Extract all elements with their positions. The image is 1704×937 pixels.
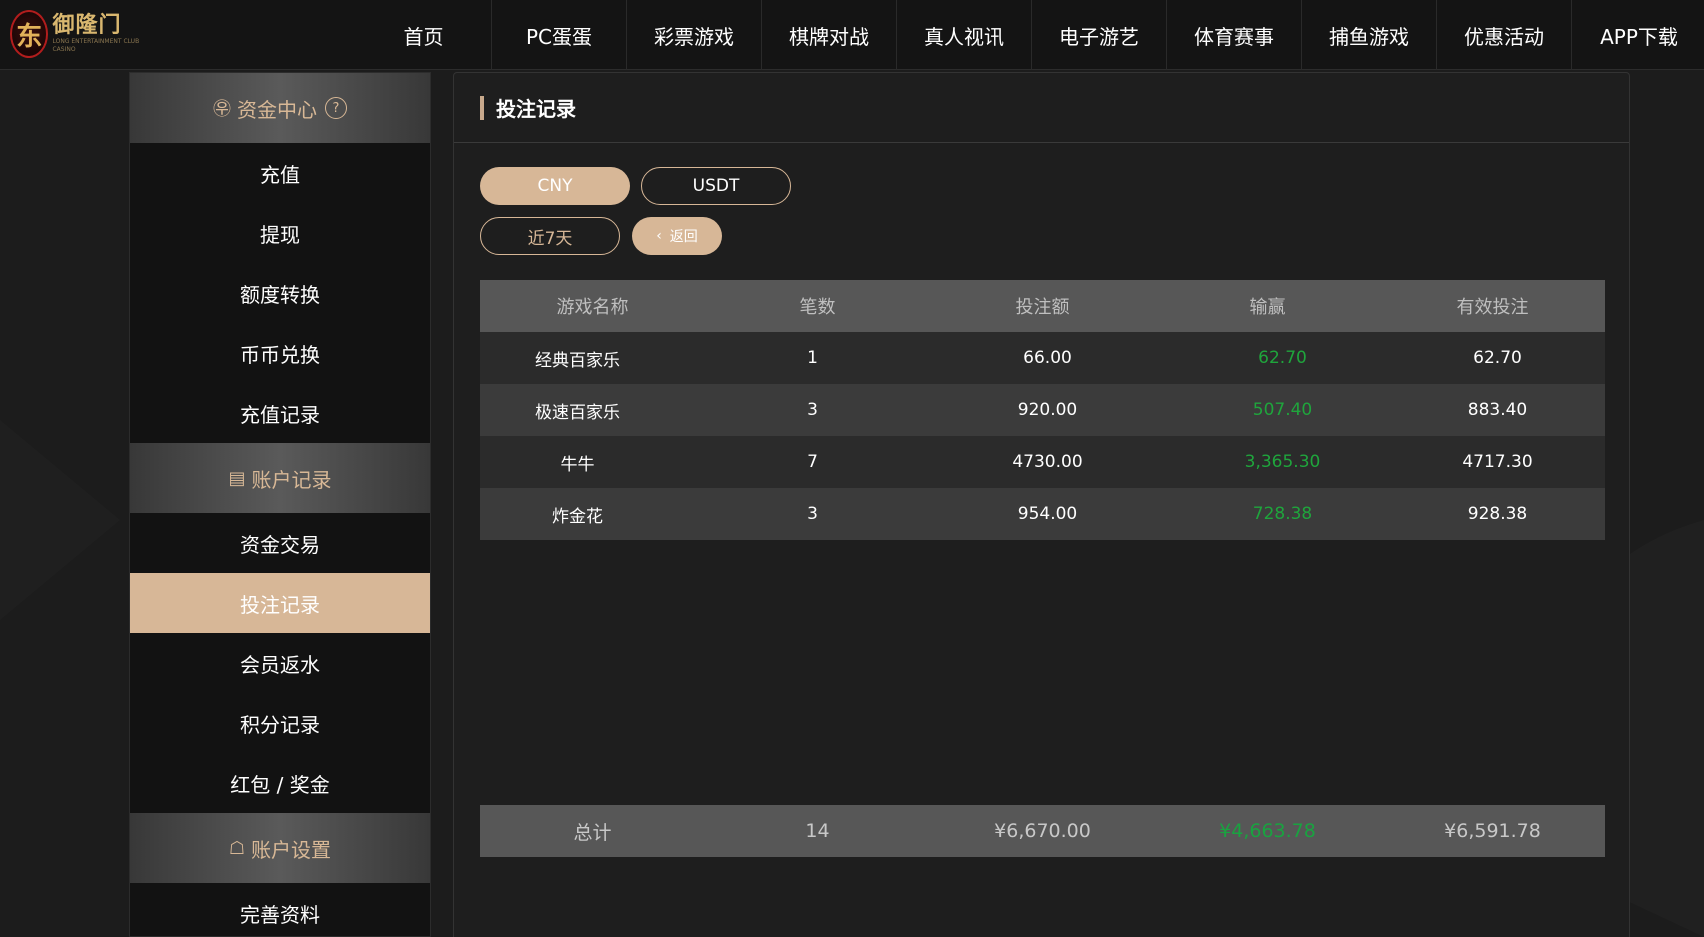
title-accent-bar bbox=[480, 95, 484, 120]
cell-game: 极速百家乐 bbox=[535, 402, 620, 423]
cell-bet-amount: 920.00 bbox=[1017, 400, 1078, 420]
sidebar-item-withdraw[interactable]: 提现 bbox=[130, 203, 430, 263]
total-count: 14 bbox=[805, 820, 830, 842]
bet-records-table: 游戏名称 笔数 投注额 输赢 有效投注 经典百家乐 1 66.00 62.70 … bbox=[480, 280, 1605, 540]
cell-win-loss: 507.40 bbox=[1252, 400, 1313, 420]
table-header: 游戏名称 笔数 投注额 输赢 有效投注 bbox=[480, 280, 1605, 332]
sidebar-item-points[interactable]: 积分记录 bbox=[130, 693, 430, 753]
logo-emblem-icon: 东 bbox=[10, 10, 49, 58]
cell-bet-amount: 954.00 bbox=[1017, 504, 1078, 524]
table-total-row: 总计 14 ¥6,670.00 ¥4,663.78 ¥6,591.78 bbox=[480, 805, 1605, 857]
sidebar-item-bonus[interactable]: 红包 / 奖金 bbox=[130, 753, 430, 813]
cell-win-loss: 3,365.30 bbox=[1244, 452, 1321, 472]
total-win-loss: ¥4,663.78 bbox=[1219, 820, 1316, 842]
brand-logo[interactable]: 东 御隆门 LONG ENTERTAINMENT CLUB CASINO bbox=[10, 6, 140, 62]
nav-fishing[interactable]: 捕鱼游戏 bbox=[1301, 0, 1436, 70]
user-card-icon: ☖ bbox=[228, 837, 246, 859]
back-button-label: 返回 bbox=[669, 229, 698, 245]
top-header: 东 御隆门 LONG ENTERTAINMENT CLUB CASINO 首页 … bbox=[0, 0, 1704, 70]
panel-header: 投注记录 bbox=[454, 73, 1629, 143]
cell-win-loss: 62.70 bbox=[1258, 348, 1307, 368]
cell-win-loss: 728.38 bbox=[1252, 504, 1313, 524]
cell-count: 3 bbox=[807, 504, 818, 524]
column-header-valid-bet[interactable]: 有效投注 bbox=[1380, 293, 1605, 319]
cell-valid-bet: 883.40 bbox=[1467, 400, 1528, 420]
cell-valid-bet: 4717.30 bbox=[1462, 452, 1533, 472]
sidebar-section-account-settings: ☖ 账户设置 bbox=[130, 813, 430, 883]
sidebar-item-deposit-records[interactable]: 充值记录 bbox=[130, 383, 430, 443]
back-button[interactable]: ‹ 返回 bbox=[632, 217, 722, 255]
table-row: 炸金花 3 954.00 728.38 928.38 bbox=[480, 488, 1605, 540]
yen-circle-icon: ㉾ bbox=[213, 99, 231, 120]
sidebar-item-transactions[interactable]: 资金交易 bbox=[130, 513, 430, 573]
date-filter-select[interactable]: 近7天 bbox=[480, 217, 620, 255]
nav-lottery[interactable]: 彩票游戏 bbox=[626, 0, 761, 70]
main-nav: 首页 PC蛋蛋 彩票游戏 棋牌对战 真人视讯 电子游艺 体育赛事 捕鱼游戏 优惠… bbox=[356, 0, 1704, 70]
cell-valid-bet: 928.38 bbox=[1467, 504, 1528, 524]
logo-text: 御隆门 LONG ENTERTAINMENT CLUB CASINO bbox=[52, 14, 140, 54]
page-title: 投注记录 bbox=[496, 97, 576, 121]
main-panel: 投注记录 CNY USDT 近7天 ‹ 返回 游戏名称 笔数 投注额 输赢 有效… bbox=[453, 72, 1630, 937]
total-bet-amount: ¥6,670.00 bbox=[994, 820, 1091, 842]
nav-chess-cards[interactable]: 棋牌对战 bbox=[761, 0, 896, 70]
help-icon[interactable]: ? bbox=[325, 97, 347, 119]
total-valid-bet: ¥6,591.78 bbox=[1444, 820, 1541, 842]
sidebar-section-title: 账户记录 bbox=[251, 467, 332, 492]
currency-tab-cny[interactable]: CNY bbox=[480, 167, 630, 205]
cell-count: 3 bbox=[807, 400, 818, 420]
column-header-bet-amount[interactable]: 投注额 bbox=[930, 293, 1155, 319]
cell-count: 1 bbox=[807, 348, 818, 368]
currency-tab-usdt[interactable]: USDT bbox=[641, 167, 791, 205]
cell-game: 经典百家乐 bbox=[535, 350, 620, 371]
cell-bet-amount: 4730.00 bbox=[1012, 452, 1083, 472]
nav-sports[interactable]: 体育赛事 bbox=[1166, 0, 1301, 70]
sidebar-item-transfer[interactable]: 额度转换 bbox=[130, 263, 430, 323]
sidebar-item-coin-exchange[interactable]: 币币兑换 bbox=[130, 323, 430, 383]
sidebar-section-title: 资金中心 bbox=[237, 97, 317, 122]
sidebar-item-profile[interactable]: 完善资料 bbox=[130, 883, 430, 936]
column-header-win-loss[interactable]: 输赢 bbox=[1155, 293, 1380, 319]
nav-promotions[interactable]: 优惠活动 bbox=[1436, 0, 1571, 70]
nav-pc-dandan[interactable]: PC蛋蛋 bbox=[491, 0, 626, 70]
sidebar: ㉾ 资金中心 ? 充值 提现 额度转换 币币兑换 充值记录 ▤ 账户记录 资金交… bbox=[129, 72, 431, 937]
table-row: 极速百家乐 3 920.00 507.40 883.40 bbox=[480, 384, 1605, 436]
chevron-left-icon: ‹ bbox=[656, 228, 662, 244]
sidebar-item-bet-records[interactable]: 投注记录 bbox=[130, 573, 430, 633]
nav-slots[interactable]: 电子游艺 bbox=[1031, 0, 1166, 70]
cell-count: 7 bbox=[807, 452, 818, 472]
table-row: 牛牛 7 4730.00 3,365.30 4717.30 bbox=[480, 436, 1605, 488]
nav-live-casino[interactable]: 真人视讯 bbox=[896, 0, 1031, 70]
table-row: 经典百家乐 1 66.00 62.70 62.70 bbox=[480, 332, 1605, 384]
cell-valid-bet: 62.70 bbox=[1473, 348, 1522, 368]
nav-home[interactable]: 首页 bbox=[356, 0, 491, 70]
sidebar-item-rebate[interactable]: 会员返水 bbox=[130, 633, 430, 693]
cell-game: 牛牛 bbox=[560, 454, 595, 475]
brand-name: 御隆门 bbox=[52, 13, 122, 38]
column-header-count[interactable]: 笔数 bbox=[705, 293, 930, 319]
sidebar-section-funds: ㉾ 资金中心 ? bbox=[130, 73, 430, 143]
cell-bet-amount: 66.00 bbox=[1023, 348, 1072, 368]
nav-app-download[interactable]: APP下载 bbox=[1571, 0, 1704, 70]
sidebar-section-title: 账户设置 bbox=[251, 837, 332, 862]
column-header-game[interactable]: 游戏名称 bbox=[480, 293, 705, 319]
document-icon: ▤ bbox=[228, 467, 246, 489]
total-label: 总计 bbox=[573, 821, 612, 844]
cell-game: 炸金花 bbox=[552, 506, 603, 527]
logo-emblem-glyph: 东 bbox=[16, 21, 43, 52]
sidebar-item-deposit[interactable]: 充值 bbox=[130, 143, 430, 203]
brand-tagline: LONG ENTERTAINMENT CLUB CASINO bbox=[52, 38, 140, 53]
sidebar-section-account-records: ▤ 账户记录 bbox=[130, 443, 430, 513]
